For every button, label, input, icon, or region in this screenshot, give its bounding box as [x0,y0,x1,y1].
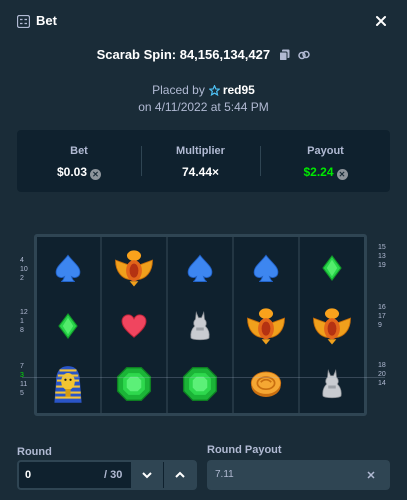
cat-icon [322,369,342,399]
payline-number: 8 [20,327,24,334]
round-down-button[interactable] [131,462,163,488]
payline-number: 11 [20,381,28,388]
payline-number: 9 [378,322,382,329]
payline-number: 1 [20,318,24,325]
multiplier-label: Multiplier [176,145,225,157]
payline-number: 16 [378,304,386,311]
currency-icon: ✕ [90,169,102,180]
multiplier-value: 74.44× [181,165,220,179]
payline-number: 18 [378,362,386,369]
spin-id-row: Scarab Spin: 84,156,134,427 [0,46,407,62]
coin-icon [250,371,282,397]
payline-number: 7 [20,363,24,370]
round-label: Round [17,446,52,458]
modal-title: Bet [36,13,57,28]
scarab-symbol [236,298,296,354]
scarab-symbol [302,298,362,354]
active-payline [22,377,385,378]
round-payout-value: 7.11 [215,469,234,480]
payline-number: 10 [20,266,28,273]
spade-symbol [170,240,230,296]
payline-number: 13 [378,253,386,260]
payline-numbers-left-mid: 12 1 8 [20,308,28,335]
pharaoh-icon [54,366,82,403]
coin-symbol [236,356,296,412]
scarab-icon [313,308,351,345]
placed-by-label: Placed by [152,83,205,97]
spade-symbol [236,240,296,296]
payout-value: $2.24 [303,165,334,179]
bet-label: Bet [70,145,88,157]
pharaoh-symbol [38,356,98,412]
scarab-symbol [104,240,164,296]
chevron-down-icon [142,472,152,479]
cat-symbol [170,298,230,354]
payline-number: 2 [20,275,24,282]
diamond-symbol [38,298,98,354]
round-up-button[interactable] [164,462,196,488]
spin-title: Scarab Spin: 84,156,134,427 [96,47,271,63]
spade-icon [253,254,279,283]
reel-divider [232,237,234,413]
payline-number: 12 [20,309,28,316]
round-value[interactable]: 0 [25,469,31,481]
modal-header: Bet [0,0,407,44]
round-payout-field: 7.11 [207,460,390,490]
username-link[interactable]: red95 [223,83,255,97]
payline-number: 15 [378,244,386,251]
bet-value-row: $0.03 ✕ [17,165,141,180]
stat-multiplier: Multiplier 74.44× [142,130,259,192]
bet-date: on 4/11/2022 at 5:44 PM [138,100,269,114]
slot-reels [34,234,367,416]
payout-value-row: $2.24 ✕ [261,165,390,180]
payline-numbers-right-mid: 16 17 9 [378,303,386,330]
emerald-symbol [104,356,164,412]
payline-numbers-right-bottom: 18 20 14 [378,361,386,388]
emerald-symbol [170,356,230,412]
reel-divider [298,237,300,413]
scarab-icon [247,308,285,345]
reel-divider [166,237,168,413]
cat-symbol [302,356,362,412]
bet-list-icon [17,15,30,28]
payline-numbers-right-top: 15 13 19 [378,243,386,270]
payout-label: Payout [307,145,344,157]
link-icon[interactable] [298,49,311,61]
currency-icon [367,471,375,479]
diamond-icon [58,313,78,339]
diamond-icon [322,255,342,281]
heart-symbol [104,298,164,354]
payline-number: 4 [20,257,24,264]
payline-numbers-left-top: 4 10 2 [20,256,28,283]
round-total: / 30 [104,469,123,481]
reel-divider [100,237,102,413]
scarab-icon [115,250,153,287]
round-payout-label: Round Payout [207,444,282,456]
currency-icon: ✕ [336,169,348,180]
payline-numbers-left-bottom: 7 3 11 5 [20,362,27,398]
emerald-icon [182,366,218,402]
stat-payout: Payout $2.24 ✕ [261,130,390,192]
payline-number: 17 [378,313,386,320]
spade-icon [55,254,81,283]
spade-symbol [38,240,98,296]
copy-icon[interactable] [278,49,290,61]
diamond-symbol [302,240,362,296]
round-input[interactable]: 0 / 30 [17,460,197,490]
bet-value: $0.03 [56,165,88,179]
cat-icon [190,311,210,341]
payline-number: 5 [20,390,24,397]
vip-star-icon [208,85,220,96]
payline-number: 14 [378,380,386,387]
stat-bet: Bet $0.03 ✕ [17,130,141,192]
placed-by-row: Placed by red95 [0,83,407,97]
payline-number-active: 3 [20,372,24,379]
spade-icon [187,254,213,283]
close-icon[interactable] [372,12,390,30]
payline-number: 19 [378,262,386,269]
bet-stats-panel: Bet $0.03 ✕ Multiplier 74.44× Payout $2.2… [17,130,390,192]
heart-icon [121,314,147,338]
emerald-icon [116,366,152,402]
chevron-up-icon [175,471,185,478]
